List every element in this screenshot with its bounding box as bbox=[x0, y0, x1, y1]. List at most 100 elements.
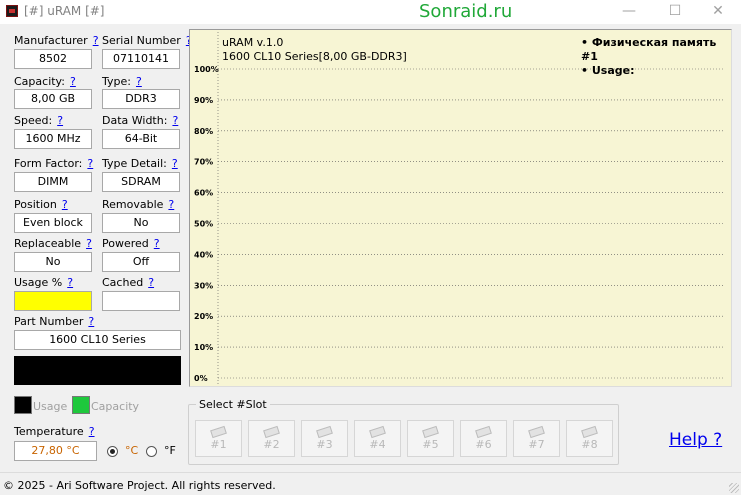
resize-grip[interactable] bbox=[729, 483, 739, 493]
type-help-link[interactable]: ? bbox=[136, 75, 142, 88]
removable-field[interactable]: No bbox=[102, 213, 180, 233]
fahrenheit-radio[interactable] bbox=[146, 446, 157, 457]
form-factor-help-link[interactable]: ? bbox=[87, 157, 93, 170]
slot-label: #8 bbox=[581, 438, 598, 451]
speed-field[interactable]: 1600 MHz bbox=[14, 129, 92, 149]
cached-field[interactable] bbox=[102, 291, 180, 311]
cached-label: Cached? bbox=[102, 276, 155, 289]
slot-button-8[interactable]: #8 bbox=[566, 420, 613, 457]
slot-label: #1 bbox=[210, 438, 227, 451]
slot-button-6[interactable]: #6 bbox=[460, 420, 507, 457]
ram-chip-icon bbox=[210, 425, 227, 439]
type-detail-help-link[interactable]: ? bbox=[172, 157, 178, 170]
replaceable-field[interactable]: No bbox=[14, 252, 92, 272]
celsius-radio[interactable] bbox=[107, 446, 118, 457]
usage-help-link[interactable]: ? bbox=[67, 276, 73, 289]
serial-number-label: Serial Number? bbox=[102, 34, 192, 47]
form-factor-field[interactable]: DIMM bbox=[14, 172, 92, 192]
slot-label: #6 bbox=[475, 438, 492, 451]
capacity-help-link[interactable]: ? bbox=[70, 75, 76, 88]
slot-button-7[interactable]: #7 bbox=[513, 420, 560, 457]
data-width-help-link[interactable]: ? bbox=[172, 114, 178, 127]
part-number-field[interactable]: 1600 CL10 Series bbox=[14, 330, 181, 350]
slot-button-2[interactable]: #2 bbox=[248, 420, 295, 457]
form-factor-label: Form Factor:? bbox=[14, 157, 94, 170]
chart-module-text: 1600 CL10 Series[8,00 GB-DDR3] bbox=[222, 50, 407, 63]
powered-field[interactable]: Off bbox=[102, 252, 180, 272]
replaceable-label: Replaceable? bbox=[14, 237, 92, 250]
type-detail-field[interactable]: SDRAM bbox=[102, 172, 180, 192]
manufacturer-help-link[interactable]: ? bbox=[93, 34, 99, 47]
close-button[interactable]: ✕ bbox=[695, 0, 741, 24]
ram-chip-icon bbox=[422, 425, 439, 439]
type-field[interactable]: DDR3 bbox=[102, 89, 180, 109]
chart-info: uRAM v.1.0 1600 CL10 Series[8,00 GB-DDR3… bbox=[222, 36, 407, 64]
capacity-field[interactable]: 8,00 GB bbox=[14, 89, 92, 109]
ram-chip-icon bbox=[263, 425, 280, 439]
manufacturer-field[interactable]: 8502 bbox=[14, 49, 92, 69]
usage-swatch bbox=[14, 396, 32, 414]
watermark-text: Sonraid.ru bbox=[419, 1, 513, 22]
capacity-swatch bbox=[72, 396, 90, 414]
capacity-label: Capacity:? bbox=[14, 75, 76, 88]
chart-version-text: uRAM v.1.0 bbox=[222, 36, 284, 49]
y-tick-label: 0% bbox=[194, 374, 208, 383]
position-help-link[interactable]: ? bbox=[62, 198, 68, 211]
usage-legend-label: Usage bbox=[33, 400, 68, 413]
window-title: [#] uRAM [#] bbox=[24, 4, 105, 18]
slot-button-3[interactable]: #3 bbox=[301, 420, 348, 457]
chart-usage-label: • Usage: bbox=[581, 64, 635, 77]
part-number-label: Part Number? bbox=[14, 315, 95, 328]
ram-chip-icon bbox=[475, 425, 492, 439]
powered-help-link[interactable]: ? bbox=[154, 237, 160, 250]
data-width-field[interactable]: 64-Bit bbox=[102, 129, 180, 149]
slot-label: #3 bbox=[316, 438, 333, 451]
celsius-label: °C bbox=[125, 444, 139, 457]
slot-button-4[interactable]: #4 bbox=[354, 420, 401, 457]
usage-field[interactable] bbox=[14, 291, 92, 311]
y-tick-label: 80% bbox=[194, 127, 213, 136]
position-label: Position? bbox=[14, 198, 68, 211]
capacity-legend-label: Capacity bbox=[91, 400, 140, 413]
fahrenheit-label: °F bbox=[164, 444, 176, 457]
temperature-help-link[interactable]: ? bbox=[89, 425, 95, 438]
replaceable-help-link[interactable]: ? bbox=[86, 237, 92, 250]
y-tick-label: 60% bbox=[194, 189, 213, 198]
chart-svg: 100% 90% 80% 70% 60% 50% 40% 30% 20% 10% 0% bbox=[194, 32, 724, 384]
type-detail-label: Type Detail:? bbox=[102, 157, 178, 170]
title-bar: [#] uRAM [#] Sonraid.ru — ☐ ✕ bbox=[0, 0, 741, 24]
y-tick-label: 10% bbox=[194, 343, 213, 352]
ram-chip-icon bbox=[581, 425, 598, 439]
copyright-text: © 2025 - Ari Software Project. All right… bbox=[3, 479, 276, 492]
y-tick-label: 30% bbox=[194, 281, 213, 290]
manufacturer-label: Manufacturer? bbox=[14, 34, 99, 47]
slot-button-5[interactable]: #5 bbox=[407, 420, 454, 457]
y-tick-label: 20% bbox=[194, 312, 213, 321]
serial-number-field[interactable]: 07110141 bbox=[102, 49, 180, 69]
chart-legend: • Физическая память #1 • Usage: bbox=[581, 36, 731, 78]
y-tick-label: 90% bbox=[194, 96, 213, 105]
slot-button-1[interactable]: #1 bbox=[195, 420, 242, 457]
y-tick-label: 40% bbox=[194, 250, 213, 259]
slot-label: #4 bbox=[369, 438, 386, 451]
ram-chip-icon bbox=[528, 425, 545, 439]
usage-bar bbox=[14, 356, 181, 385]
slot-label: #7 bbox=[528, 438, 545, 451]
memory-usage-chart: 100% 90% 80% 70% 60% 50% 40% 30% 20% 10% 0% uRAM v… bbox=[189, 29, 732, 387]
temperature-field[interactable]: 27,80 °C bbox=[14, 441, 97, 461]
ram-chip-icon bbox=[316, 425, 333, 439]
minimize-button[interactable]: — bbox=[606, 0, 652, 24]
speed-help-link[interactable]: ? bbox=[57, 114, 63, 127]
cached-help-link[interactable]: ? bbox=[148, 276, 154, 289]
y-tick-label: 70% bbox=[194, 158, 213, 167]
part-number-help-link[interactable]: ? bbox=[88, 315, 94, 328]
maximize-button[interactable]: ☐ bbox=[652, 0, 698, 24]
app-icon bbox=[6, 5, 18, 17]
position-field[interactable]: Even block bbox=[14, 213, 92, 233]
usage-label: Usage %? bbox=[14, 276, 74, 289]
help-link[interactable]: Help ? bbox=[669, 430, 722, 450]
select-slot-title: Select #Slot bbox=[196, 398, 270, 411]
slot-label: #2 bbox=[263, 438, 280, 451]
removable-help-link[interactable]: ? bbox=[168, 198, 174, 211]
status-bar: © 2025 - Ari Software Project. All right… bbox=[0, 472, 741, 495]
